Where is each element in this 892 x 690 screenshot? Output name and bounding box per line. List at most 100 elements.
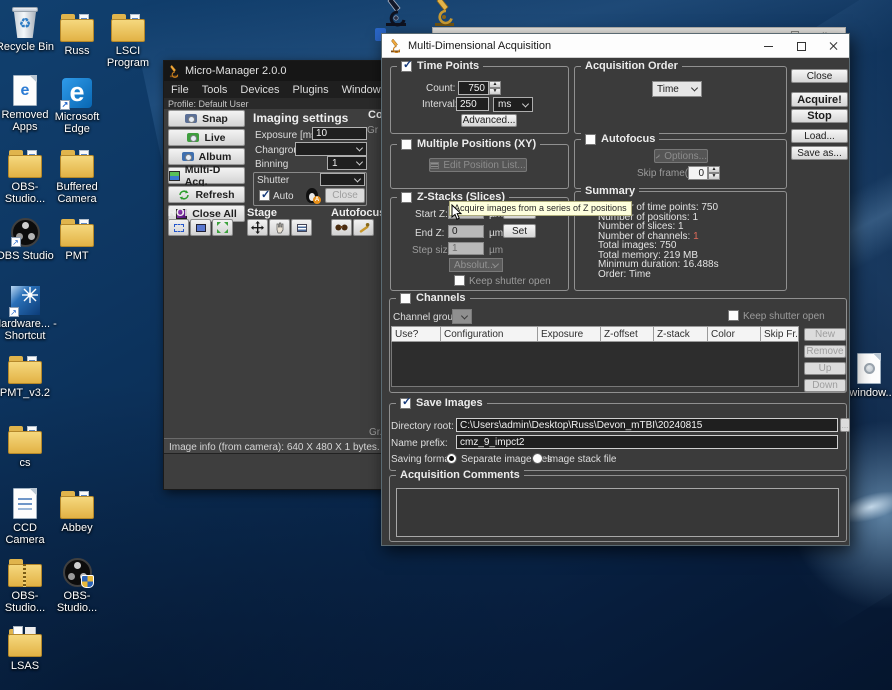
menu-devices[interactable]: Devices	[240, 84, 279, 96]
desktop-icon-pmt[interactable]: PMT	[45, 213, 109, 262]
advanced-button[interactable]: Advanced...	[461, 114, 517, 127]
chevron-down-icon	[522, 100, 529, 107]
close-button[interactable]: Close	[791, 69, 848, 83]
count-input[interactable]: 750	[458, 81, 489, 95]
desktop-icon-pmt-v32[interactable]: PMT_v3.2	[0, 350, 57, 399]
exposure-input[interactable]: 10	[312, 127, 367, 140]
desktop-icon-microsoft-edge[interactable]: e Microsoft Edge	[45, 74, 109, 135]
binning-select[interactable]: 1	[327, 156, 367, 170]
album-button[interactable]: Album	[168, 148, 245, 165]
stage-hand-button[interactable]	[269, 219, 290, 236]
live-button[interactable]: Live	[168, 129, 245, 146]
autofocus-options-button[interactable]	[353, 219, 374, 236]
end-z-input[interactable]: 0	[448, 225, 484, 238]
mouse-cursor	[451, 204, 463, 226]
menu-plugins[interactable]: Plugins	[293, 84, 329, 96]
z-keep-shutter-checkbox[interactable]	[454, 275, 465, 286]
multi-d-acq-button[interactable]: Multi-D Acq.	[168, 167, 245, 184]
image-stack-radio[interactable]	[532, 453, 543, 464]
stage-list-button[interactable]	[291, 219, 312, 236]
channel-remove-button[interactable]: Remove	[804, 345, 846, 358]
autofocus-options-button[interactable]: Options...	[654, 149, 708, 163]
maximize-button[interactable]	[786, 34, 816, 58]
desktop-icon-buffered-camera[interactable]: Buffered Camera	[45, 144, 109, 205]
acquire-button[interactable]: Acquire!	[791, 92, 848, 107]
auto-shutter-checkbox[interactable]	[259, 190, 270, 201]
column-header: Z-stack	[654, 326, 708, 342]
save-images-title: Save Images	[416, 397, 483, 410]
shortcut-arrow-icon	[9, 307, 19, 317]
autofocus-run-button[interactable]	[331, 219, 352, 236]
roi-set-button[interactable]	[190, 219, 211, 236]
status-text: Image info (from camera): 640 X 480 X 1 …	[169, 442, 393, 453]
folder-icon	[8, 420, 42, 454]
chevron-down-icon	[354, 175, 361, 182]
roi-expand-icon	[217, 222, 228, 233]
save-as-button[interactable]: Save as...	[791, 146, 848, 160]
profile-bar: Profile: Default User	[164, 98, 392, 109]
changroup-select[interactable]	[295, 142, 367, 156]
roi-reset-button[interactable]	[212, 219, 233, 236]
desktop-icon-label: LSAS	[11, 660, 39, 672]
multiple-positions-checkbox[interactable]	[401, 139, 412, 150]
micromanager-titlebar[interactable]: Micro-Manager 2.0.0	[164, 61, 392, 81]
close-window-button[interactable]	[818, 34, 848, 58]
minimize-button[interactable]	[753, 34, 783, 58]
menu-tools[interactable]: Tools	[202, 84, 228, 96]
interval-input[interactable]: 250	[456, 97, 489, 111]
skip-frames-spinner[interactable]	[708, 166, 720, 180]
autofocus-checkbox[interactable]	[585, 134, 596, 145]
desktop-icon-label: PMT_v3.2	[0, 387, 50, 399]
chevron-down-icon	[461, 312, 468, 319]
stop-button[interactable]: Stop	[791, 109, 848, 123]
shutter-select[interactable]	[320, 173, 365, 186]
refresh-button[interactable]: Refresh	[168, 186, 245, 203]
roi-fill-icon	[196, 224, 206, 232]
mda-dialog: Multi-Dimensional Acquisition Time Point…	[381, 33, 850, 546]
z-stack-mode-select[interactable]: Absolut...	[449, 258, 503, 272]
directory-root-input[interactable]: C:\Users\admin\Desktop\Russ\Devon_mTBI\2…	[456, 418, 838, 432]
menu-window[interactable]: Window	[342, 84, 381, 96]
desktop-icon-obs-installer[interactable]: OBS-Studio...	[45, 553, 109, 614]
skip-frames-input[interactable]: 0	[688, 166, 708, 180]
channels-keep-shutter-checkbox[interactable]	[728, 310, 739, 321]
separate-files-radio[interactable]	[446, 453, 457, 464]
status-bar: Image info (from camera): 640 X 480 X 1 …	[164, 438, 393, 454]
desktop-icon-lsas[interactable]: LSAS	[0, 623, 57, 672]
comments-textarea[interactable]	[396, 488, 839, 537]
z-stacks-checkbox[interactable]	[401, 192, 412, 203]
move-arrows-icon	[251, 221, 264, 234]
channel-new-button[interactable]: New	[804, 328, 846, 341]
acquisition-order-select[interactable]: Time	[652, 81, 702, 97]
desktop-icon-hardware-shortcut[interactable]: Hardware... - Shortcut	[0, 281, 57, 342]
count-spinner[interactable]	[489, 81, 501, 95]
interval-unit-select[interactable]: ms	[493, 97, 533, 112]
menu-file[interactable]: File	[171, 84, 189, 96]
set-end-z-button[interactable]: Set	[503, 224, 536, 238]
save-images-checkbox[interactable]	[400, 398, 411, 409]
channels-checkbox[interactable]	[400, 293, 411, 304]
step-size-input[interactable]: 1	[448, 242, 484, 255]
desktop-icon-cs[interactable]: cs	[0, 420, 57, 469]
time-points-checkbox[interactable]	[401, 61, 412, 72]
list-icon	[297, 224, 307, 232]
column-header: Skip Fr.	[761, 326, 799, 342]
channel-up-button[interactable]: Up	[804, 362, 846, 375]
edit-position-list-button[interactable]: Edit Position List...	[429, 158, 527, 172]
channel-down-button[interactable]: Down	[804, 379, 846, 392]
browse-button[interactable]: ...	[840, 418, 850, 432]
load-button[interactable]: Load...	[791, 129, 848, 143]
roi-draw-button[interactable]	[168, 219, 189, 236]
directory-root-label: Directory root:	[391, 421, 454, 432]
stage-move-button[interactable]	[247, 219, 268, 236]
interval-label: Interval:	[422, 99, 458, 110]
desktop-icon-label: Buffered Camera	[45, 181, 109, 205]
desktop-icon-lsci-program[interactable]: LSCI Program	[96, 8, 160, 69]
shutter-close-button[interactable]: Close	[325, 188, 365, 203]
count-label: Count:	[426, 83, 455, 94]
name-prefix-input[interactable]: cmz_9_impct2	[456, 435, 838, 449]
desktop-icon-abbey[interactable]: Abbey	[45, 485, 109, 534]
microscope-dark-icon[interactable]	[383, 0, 409, 32]
snap-button[interactable]: Snap	[168, 110, 245, 127]
channel-group-select[interactable]	[452, 309, 472, 324]
